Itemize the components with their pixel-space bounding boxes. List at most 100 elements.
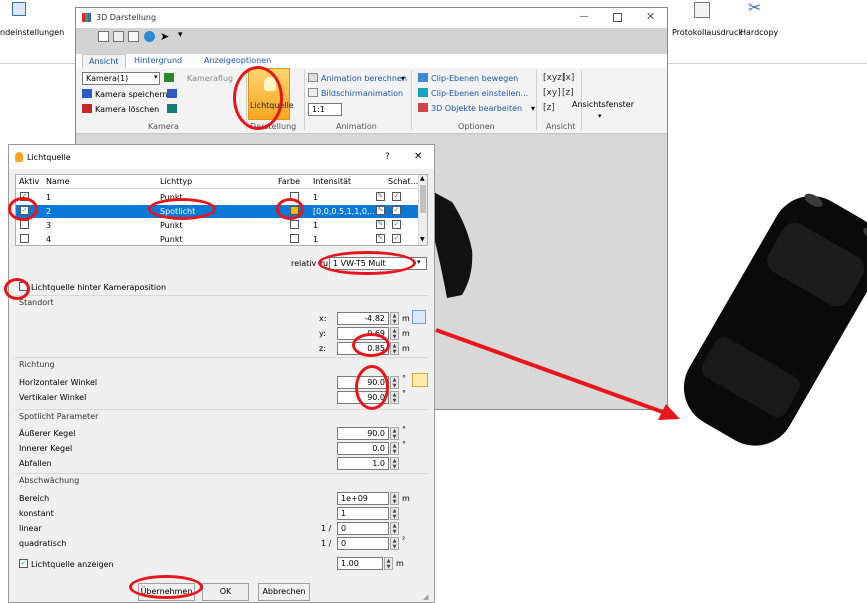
scroll-thumb[interactable] [420, 185, 426, 213]
const-input[interactable]: 1 [337, 507, 389, 520]
minimize-button[interactable]: — [579, 11, 591, 22]
h-angle-spinner[interactable]: ▲ ▼ [390, 376, 399, 389]
show-light-input[interactable]: 1.00 [337, 557, 383, 570]
col-farbe[interactable]: Farbe [278, 176, 300, 187]
quick-access-dropdown[interactable]: ▾ [178, 30, 183, 40]
view-yz-icon[interactable]: [z] [562, 88, 574, 98]
table-row[interactable]: ✓ 1 Punkt 1 ✎ ✓ [16, 191, 418, 204]
col-aktiv[interactable]: Aktiv [19, 176, 39, 187]
settings-icon[interactable] [12, 2, 26, 16]
screen-animation-icon[interactable] [308, 88, 318, 97]
scroll-up-icon[interactable]: ▲ [420, 175, 425, 182]
table-row[interactable]: 3 Punkt 1 ✎ ✓ [16, 219, 418, 232]
animation-calc-icon[interactable] [308, 73, 318, 82]
row-shadow-checkbox[interactable]: ✓ [392, 206, 401, 215]
resize-grip-icon[interactable]: ◢ [423, 593, 428, 601]
table-row[interactable]: 4 Punkt 1 ✎ ✓ [16, 233, 418, 246]
light-source-button[interactable]: Lichtquelle [248, 68, 294, 120]
report-print-icon[interactable] [694, 2, 710, 18]
ok-button[interactable]: OK [202, 583, 249, 601]
copy-icon[interactable] [128, 31, 139, 42]
clip-set-icon[interactable] [418, 88, 428, 97]
inner-cone-input[interactable]: 0.0 [337, 442, 389, 455]
window-close-button[interactable]: ✕ [646, 10, 655, 23]
inner-cone-spinner[interactable]: ▲ ▼ [390, 442, 399, 455]
relativ-select[interactable]: 1 VW-T5 Mult [329, 257, 427, 270]
y-spinner[interactable]: ▲ ▼ [390, 327, 399, 340]
const-spinner[interactable]: ▲ ▼ [390, 507, 399, 520]
range-spinner[interactable]: ▲ ▼ [390, 492, 399, 505]
view-x2-icon[interactable]: [x] [562, 73, 574, 83]
row-shadow-checkbox[interactable]: ✓ [392, 234, 401, 243]
outer-cone-spinner[interactable]: ▲ ▼ [390, 427, 399, 440]
z-input[interactable]: 0.85 [337, 342, 389, 355]
print-icon[interactable] [113, 31, 124, 42]
edit-icon[interactable]: ✎ [376, 234, 385, 243]
show-light-spinner[interactable]: ▲ ▼ [384, 557, 393, 570]
row-color-swatch[interactable] [290, 234, 299, 243]
settings-label[interactable]: ndeinstellungen [0, 28, 64, 37]
col-intensitaet[interactable]: Intensität [313, 176, 351, 187]
edit-icon[interactable]: ✎ [376, 192, 385, 201]
clip-set-button[interactable]: Clip-Ebenen einstellen... [431, 89, 528, 98]
behind-camera-checkbox[interactable] [19, 282, 28, 291]
edit-3d-button[interactable]: 3D Objekte bearbeiten [431, 104, 522, 113]
z-spinner[interactable]: ▲ ▼ [390, 342, 399, 355]
animation-calc-dropdown[interactable]: ▾ [401, 74, 405, 83]
apply-button[interactable]: Übernehmen [138, 583, 195, 601]
tab-ansicht[interactable]: Ansicht [82, 54, 126, 68]
help-button[interactable]: ? [385, 152, 390, 162]
view-xy-icon[interactable]: [xy] [543, 88, 561, 98]
pointer-icon[interactable]: ➤ [160, 30, 169, 43]
row-color-swatch[interactable] [290, 192, 299, 201]
camera-teal-icon[interactable] [167, 104, 177, 113]
print-preview-icon[interactable] [98, 31, 109, 42]
row-active-checkbox[interactable]: ✓ [20, 192, 29, 201]
table-row-selected[interactable]: ✓ 2 Spotlicht [0,0,0.5,1,1,0,... ✎ ✓ [16, 205, 418, 218]
row-active-checkbox[interactable] [20, 234, 29, 243]
camera-select[interactable]: Kamera(1) [82, 72, 160, 85]
maximize-button[interactable] [613, 13, 622, 22]
edit-3d-icon[interactable] [418, 103, 428, 112]
pick-direction-icon[interactable] [412, 373, 428, 387]
animation-ratio-select[interactable]: 1:1 [308, 103, 342, 116]
camera-select-dropdown-icon[interactable]: ▾ [154, 73, 158, 81]
row-color-swatch[interactable] [290, 220, 299, 229]
range-input[interactable]: 1e+09 [337, 492, 389, 505]
scroll-down-icon[interactable]: ▼ [420, 236, 425, 243]
camera-delete-icon[interactable] [82, 104, 92, 113]
tab-anzeigeoptionen[interactable]: Anzeigeoptionen [198, 54, 277, 68]
edit-icon[interactable]: ✎ [376, 220, 385, 229]
v-angle-input[interactable]: 90.0 [337, 391, 389, 404]
v-angle-spinner[interactable]: ▲ ▼ [390, 391, 399, 404]
row-shadow-checkbox[interactable]: ✓ [392, 192, 401, 201]
show-light-checkbox[interactable]: ✓ [19, 559, 28, 568]
row-active-checkbox[interactable] [20, 220, 29, 229]
animation-calc-button[interactable]: Animation berechnen [321, 74, 407, 83]
row-color-swatch[interactable] [290, 206, 299, 215]
linear-spinner[interactable]: ▲ ▼ [390, 522, 399, 535]
view-window-button[interactable]: Ansichtsfenster [568, 100, 638, 109]
clip-move-button[interactable]: Clip-Ebenen bewegen [431, 74, 518, 83]
edit-3d-dropdown[interactable]: ▾ [531, 104, 535, 113]
col-name[interactable]: Name [46, 176, 70, 187]
camera-delete-button[interactable]: Kamera löschen [95, 105, 159, 114]
cancel-button[interactable]: Abbrechen [258, 583, 310, 601]
col-lichttyp[interactable]: Lichttyp [160, 176, 192, 187]
view-z-icon[interactable]: [z] [543, 103, 555, 113]
camera-flight-button[interactable]: Kameraflug [187, 74, 233, 83]
hardcopy-button[interactable]: Hardcopy [740, 28, 778, 37]
clip-move-icon[interactable] [418, 73, 428, 82]
tab-hintergrund[interactable]: Hintergrund [128, 54, 188, 68]
outer-cone-input[interactable]: 90.0 [337, 427, 389, 440]
color-wheel-icon[interactable] [144, 31, 155, 42]
falloff-spinner[interactable]: ▲ ▼ [390, 457, 399, 470]
screen-animation-button[interactable]: Bildschirmanimation [321, 89, 403, 98]
dialog-close-button[interactable]: ✕ [414, 151, 422, 162]
camera-save-extra-icon[interactable] [167, 89, 177, 98]
x-input[interactable]: -4.82 [337, 312, 389, 325]
table-scrollbar[interactable]: ▲ ▼ [418, 175, 427, 245]
report-print-button[interactable]: Protokollausdruck [672, 28, 743, 37]
linear-input[interactable]: 0 [337, 522, 389, 535]
x-spinner[interactable]: ▲ ▼ [390, 312, 399, 325]
